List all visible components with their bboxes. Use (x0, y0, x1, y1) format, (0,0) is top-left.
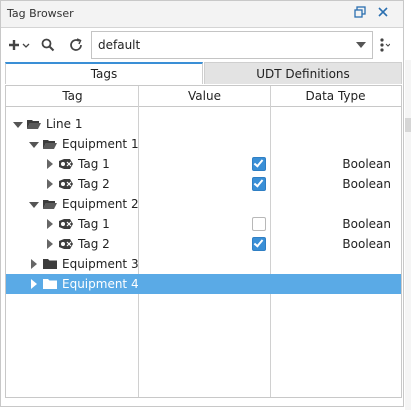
tree-row[interactable]: Equipment 3 (6, 254, 401, 274)
tag-browser-panel: Tag Browser default Tags UDT Definitions… (0, 0, 404, 407)
kebab-menu-icon (380, 38, 391, 52)
plus-icon (9, 40, 30, 50)
value-checkbox[interactable] (252, 237, 266, 251)
checkmark-icon (253, 177, 264, 188)
open-folder-icon (27, 120, 41, 129)
tree-row-label: Tag 2 (78, 177, 110, 191)
value-checkbox[interactable] (252, 157, 266, 171)
tree-row-label: Equipment 3 (62, 257, 139, 271)
checkmark-icon (253, 237, 264, 248)
tree-row[interactable]: Tag 1 Boolean (6, 154, 401, 174)
tree-row[interactable]: Line 1 (6, 114, 401, 134)
tag-provider-value: default (98, 38, 141, 52)
collapse-arrow-icon[interactable] (12, 114, 24, 134)
data-type-cell: Boolean (342, 217, 391, 231)
search-icon (41, 38, 55, 52)
refresh-icon (70, 38, 82, 51)
open-folder-icon (43, 140, 57, 149)
value-checkbox[interactable] (252, 177, 266, 191)
checkmark-icon (253, 157, 264, 168)
expand-arrow-icon[interactable] (44, 174, 56, 194)
restore-icon[interactable] (353, 6, 367, 20)
tab-bar: Tags UDT Definitions (5, 62, 402, 84)
tag-icon (59, 159, 73, 169)
tag-icon (59, 219, 73, 229)
tree-row-label: Tag 1 (78, 157, 110, 171)
folder-icon (43, 259, 57, 269)
tree-row-label: Equipment 1 (62, 137, 139, 151)
tree-row-label: Equipment 4 (62, 277, 139, 291)
scrollbar-thumb[interactable] (405, 118, 411, 132)
expand-arrow-icon[interactable] (44, 154, 56, 174)
data-type-cell: Boolean (342, 177, 391, 191)
collapse-arrow-icon[interactable] (28, 194, 40, 214)
titlebar: Tag Browser (1, 1, 403, 28)
chevron-down-icon (356, 42, 366, 48)
tree-row-label: Tag 1 (78, 217, 110, 231)
tree-row[interactable]: Tag 2 Boolean (6, 234, 401, 254)
tree-row[interactable]: Equipment 4 (6, 274, 401, 294)
expand-arrow-icon[interactable] (44, 234, 56, 254)
value-checkbox[interactable] (252, 217, 266, 231)
tree-row-label: Line 1 (46, 117, 83, 131)
tag-icon (59, 239, 73, 249)
more-options-button[interactable] (378, 35, 391, 55)
column-header-value[interactable]: Value (139, 86, 270, 107)
tree-row[interactable]: Tag 1 Boolean (6, 214, 401, 234)
add-tag-button[interactable] (7, 35, 31, 55)
data-type-cell: Boolean (342, 157, 391, 171)
scrollbar-track[interactable] (405, 60, 411, 410)
expand-arrow-icon[interactable] (28, 254, 40, 274)
tree-row[interactable]: Tag 2 Boolean (6, 174, 401, 194)
tag-tree-table: Tag Value Data Type Line 1 Equipment 1 Tag… (5, 85, 402, 398)
refresh-button[interactable] (67, 35, 85, 55)
table-header: Tag Value Data Type (6, 86, 401, 107)
tree-row-label: Tag 2 (78, 237, 110, 251)
tree-row-label: Equipment 2 (62, 197, 139, 211)
open-folder-icon (43, 200, 57, 209)
tag-provider-dropdown[interactable]: default (91, 31, 373, 59)
window-title: Tag Browser (7, 7, 74, 20)
tag-icon (59, 179, 73, 189)
expand-arrow-icon[interactable] (44, 214, 56, 234)
search-button[interactable] (39, 35, 57, 55)
expand-arrow-icon[interactable] (28, 274, 40, 294)
column-header-tag[interactable]: Tag (6, 86, 139, 107)
tab-tags[interactable]: Tags (5, 62, 203, 84)
column-header-data-type[interactable]: Data Type (270, 86, 401, 107)
tab-udt-definitions[interactable]: UDT Definitions (204, 62, 402, 84)
tree-row[interactable]: Equipment 2 (6, 194, 401, 214)
tree-row[interactable]: Equipment 1 (6, 134, 401, 154)
data-type-cell: Boolean (342, 237, 391, 251)
folder-icon (43, 279, 57, 289)
close-icon[interactable] (376, 6, 390, 20)
collapse-arrow-icon[interactable] (28, 134, 40, 154)
